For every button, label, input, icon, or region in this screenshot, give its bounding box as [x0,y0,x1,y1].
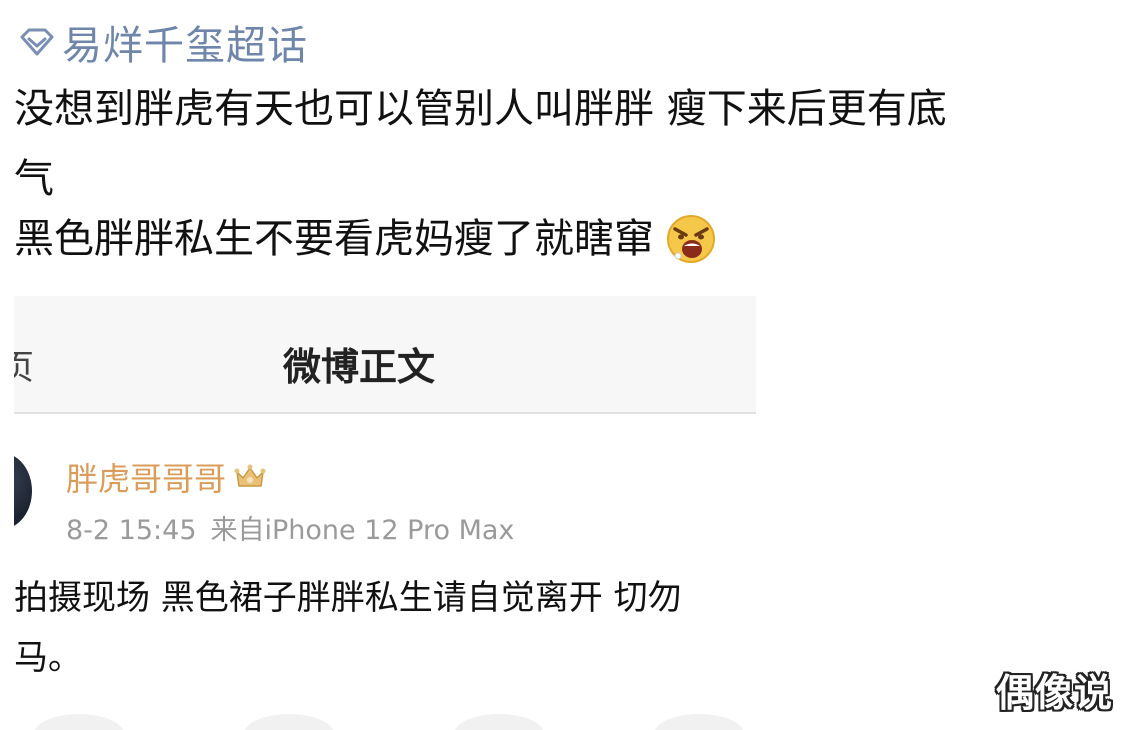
avatar[interactable] [14,453,32,529]
post-meta: 8-2 15:45 来自iPhone 12 Pro Max [66,508,528,547]
action-button-shadow [34,714,124,730]
watermark: 偶像说 [996,671,1114,715]
author-row: 胖虎哥哥哥 [66,454,266,500]
action-button-shadow [244,714,334,730]
nav-title: 微博正文 [282,345,435,389]
diamond-icon [20,28,54,56]
embedded-weibo-screenshot: 页 微博正文 胖虎哥哥哥 8-2 15:45 来自iPhone 12 Pro Ma… [14,296,756,730]
post-text-line: 气 [14,156,54,202]
topic-header[interactable]: 易烊千玺超话 [18,14,308,70]
angry-face-emoji-icon [667,215,715,263]
post-text: 黑色胖胖私生不要看虎妈瘦了就瞎窜 [14,216,654,262]
action-button-shadow [454,714,544,730]
navigation-bar: 页 微博正文 [14,296,756,414]
post-body-line: 马。 [14,638,82,678]
post-text-line-with-emoji: 黑色胖胖私生不要看虎妈瘦了就瞎窜 [14,214,716,264]
author-name[interactable]: 胖虎哥哥哥 [66,454,226,500]
post-body-line: 拍摄现场 黑色裙子胖胖私生请自觉离开 切勿 [14,578,682,618]
action-button-shadow [654,714,744,730]
post-text-line: 没想到胖虎有天也可以管别人叫胖胖 瘦下来后更有底 [14,86,947,132]
post-source: 来自iPhone 12 Pro Max [210,515,515,546]
topic-name[interactable]: 易烊千玺超话 [62,13,308,71]
action-bar-fragment [14,708,756,730]
crown-icon [234,464,266,487]
post-time: 8-2 15:45 [66,515,197,546]
